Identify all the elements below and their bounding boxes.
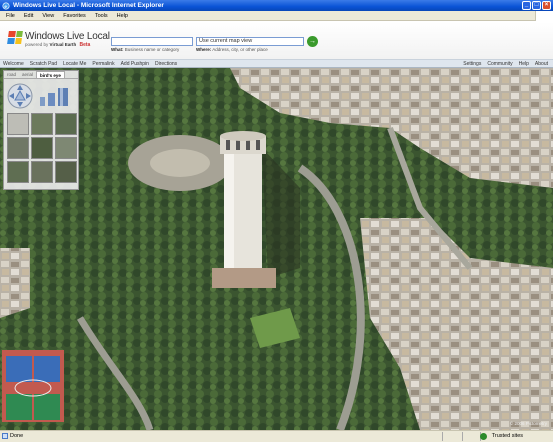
thumbnail[interactable] bbox=[7, 113, 29, 135]
search-go-button[interactable]: → bbox=[307, 36, 318, 47]
toolbar-permalink[interactable]: Permalink bbox=[92, 61, 114, 67]
toolbar-help[interactable]: Help bbox=[519, 61, 529, 67]
tab-birds-eye[interactable]: bird's eye bbox=[36, 71, 65, 78]
minimize-button[interactable]: _ bbox=[522, 1, 531, 10]
status-text: Done bbox=[10, 433, 24, 439]
toolbar-directions[interactable]: Directions bbox=[155, 61, 177, 67]
tab-road[interactable]: road bbox=[4, 71, 19, 78]
toolbar-about[interactable]: About bbox=[535, 61, 548, 67]
status-divider bbox=[442, 432, 443, 441]
toolbar-welcome[interactable]: Welcome bbox=[3, 61, 24, 67]
security-zone: Trusted sites bbox=[491, 433, 523, 439]
beta-badge: Beta bbox=[79, 42, 91, 48]
menu-bar: File Edit View Favorites Tools Help bbox=[0, 11, 553, 21]
toolbar-scratch-pad[interactable]: Scratch Pad bbox=[30, 61, 57, 67]
internet-explorer-icon: e bbox=[2, 1, 10, 10]
birds-eye-imagery bbox=[0, 68, 553, 430]
toolbar-add-pushpin[interactable]: Add Pushpin bbox=[121, 61, 149, 67]
thumbnail[interactable] bbox=[55, 137, 77, 159]
what-search-input[interactable] bbox=[111, 37, 193, 46]
where-search-input[interactable]: Use current map view bbox=[196, 37, 304, 46]
compass-pan-icon[interactable] bbox=[7, 83, 33, 109]
toolbar-locate-me[interactable]: Locate Me bbox=[63, 61, 86, 67]
title-bar: e Windows Live Local - Microsoft Interne… bbox=[0, 0, 553, 11]
zoom-buildings-icon[interactable] bbox=[38, 85, 76, 107]
where-label: Where: Address, city, or other place bbox=[196, 47, 268, 52]
status-bar: Done Trusted sites bbox=[0, 430, 553, 442]
birds-eye-thumbnails bbox=[7, 113, 77, 183]
site-toolbar: Welcome Scratch Pad Locate Me Permalink … bbox=[0, 59, 553, 68]
map-dashboard: road aerial bird's eye bbox=[3, 70, 79, 190]
thumbnail[interactable] bbox=[31, 137, 53, 159]
menu-favorites[interactable]: Favorites bbox=[63, 13, 86, 19]
brand-logo[interactable]: Windows Live Local powered by Virtual Ea… bbox=[7, 31, 110, 48]
status-divider bbox=[462, 432, 463, 441]
map-canvas[interactable]: © 2006 Pictometry bbox=[0, 68, 553, 430]
trusted-sites-icon bbox=[480, 433, 487, 440]
menu-tools[interactable]: Tools bbox=[95, 13, 108, 19]
menu-edit[interactable]: Edit bbox=[24, 13, 33, 19]
what-label: What: Business name or category bbox=[111, 47, 180, 52]
brand-powered-by: powered by Virtual Earth Beta bbox=[25, 42, 91, 48]
thumbnail[interactable] bbox=[31, 161, 53, 183]
windows-logo-icon bbox=[535, 11, 553, 21]
window-title: Windows Live Local - Microsoft Internet … bbox=[13, 2, 164, 9]
tab-aerial[interactable]: aerial bbox=[19, 71, 36, 78]
menu-view[interactable]: View bbox=[42, 13, 54, 19]
toolbar-community[interactable]: Community bbox=[487, 61, 512, 67]
menu-help[interactable]: Help bbox=[117, 13, 128, 19]
maximize-button[interactable]: □ bbox=[532, 1, 541, 10]
thumbnail[interactable] bbox=[7, 137, 29, 159]
thumbnail[interactable] bbox=[55, 161, 77, 183]
thumbnail[interactable] bbox=[7, 161, 29, 183]
windows-flag-icon bbox=[7, 31, 23, 44]
close-button[interactable]: × bbox=[542, 1, 551, 10]
brand-name: Windows Live Local bbox=[25, 31, 110, 42]
menu-file[interactable]: File bbox=[6, 13, 15, 19]
page-done-icon bbox=[2, 433, 8, 439]
site-header: Windows Live Local powered by Virtual Ea… bbox=[0, 22, 553, 59]
thumbnail[interactable] bbox=[55, 113, 77, 135]
toolbar-settings[interactable]: Settings bbox=[463, 61, 481, 67]
map-watermark: © 2006 Pictometry bbox=[509, 421, 547, 426]
thumbnail[interactable] bbox=[31, 113, 53, 135]
